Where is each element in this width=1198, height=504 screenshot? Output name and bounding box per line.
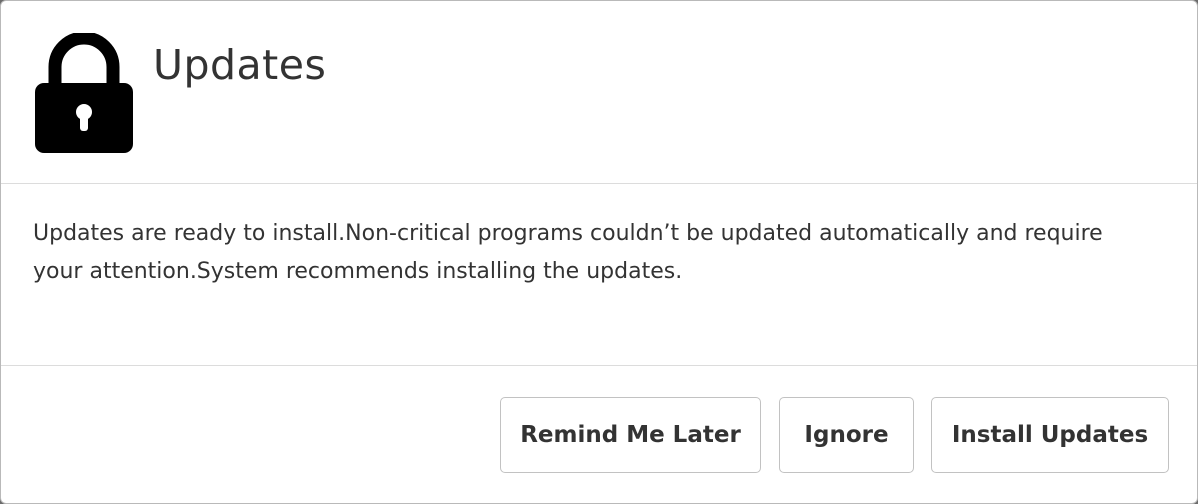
dialog-header: Updates [1, 1, 1197, 183]
updates-dialog: Updates Updates are ready to install.Non… [0, 0, 1198, 504]
lock-icon [35, 31, 133, 153]
dialog-title: Updates [153, 41, 327, 89]
install-updates-button[interactable]: Install Updates [931, 397, 1169, 473]
dialog-footer: Remind Me Later Ignore Install Updates [1, 366, 1197, 503]
header-divider [1, 183, 1197, 184]
dialog-message: Updates are ready to install.Non-critica… [33, 221, 1103, 284]
remind-me-later-button[interactable]: Remind Me Later [500, 397, 761, 473]
ignore-button[interactable]: Ignore [779, 397, 914, 473]
